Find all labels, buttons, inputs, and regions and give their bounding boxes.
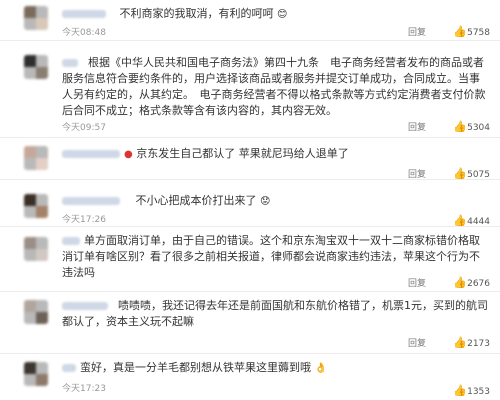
timestamp: 今天17:23 bbox=[62, 384, 106, 394]
comment-item: 不利商家的我取消，有利的呵呵 😊 今天08:48 回复 👍5758 bbox=[0, 0, 500, 41]
worried-emoji-icon: 😟 bbox=[260, 196, 271, 207]
like-count: 5075 bbox=[467, 170, 490, 180]
comment-text: 蛮好，真是一分羊毛都别想从铁苹果这里薅到哦 bbox=[80, 361, 311, 374]
like-button[interactable]: 👍2676 bbox=[453, 276, 490, 289]
smile-emoji-icon: 😊 bbox=[277, 9, 288, 20]
reply-button[interactable]: 回复 bbox=[408, 25, 426, 38]
like-button[interactable]: 👍4444 bbox=[453, 214, 490, 227]
comment-item: 根据《中华人民共和国电子商务法》第四十九条 电子商务经营者发布的商品或者服务信息… bbox=[0, 41, 500, 138]
like-button[interactable]: 👍5758 bbox=[453, 25, 490, 38]
comment-text: 不小心把成本价打出来了 bbox=[135, 194, 257, 207]
like-button[interactable]: 👍1353 bbox=[453, 384, 490, 397]
thumbs-up-icon: 👍 bbox=[453, 25, 467, 38]
reply-button[interactable]: 回复 bbox=[408, 120, 426, 133]
like-count: 1353 bbox=[467, 387, 490, 397]
comment-text: 京东发生自己都认了 苹果就尼玛给人退单了 bbox=[136, 147, 349, 160]
badge-icon: ● bbox=[124, 149, 133, 160]
username-blurred[interactable] bbox=[62, 150, 120, 158]
comment-item: 不小心把成本价打出来了 😟 今天17:26 👍4444 bbox=[0, 180, 500, 227]
username-blurred[interactable] bbox=[62, 237, 80, 245]
thumbs-up-icon: 👍 bbox=[453, 167, 467, 180]
avatar[interactable] bbox=[24, 300, 48, 324]
comment-text: 根据《中华人民共和国电子商务法》第四十九条 电子商务经营者发布的商品或者服务信息… bbox=[62, 56, 486, 117]
like-button[interactable]: 👍2173 bbox=[453, 336, 490, 349]
thumbs-up-icon: 👍 bbox=[453, 276, 467, 289]
avatar[interactable] bbox=[24, 362, 48, 386]
like-count: 2676 bbox=[467, 279, 490, 289]
ok-hand-emoji-icon: 👌 bbox=[314, 363, 327, 374]
comment-item: 啧啧啧，我还记得去年还是前面国航和东航价格错了，机票1元，买到的航司都认了，资本… bbox=[0, 292, 500, 354]
comment-text: 不利商家的我取消，有利的呵呵 bbox=[119, 7, 274, 20]
timestamp: 今天17:26 bbox=[62, 215, 106, 225]
thumbs-up-icon: 👍 bbox=[453, 384, 467, 397]
comment-feed: 不利商家的我取消，有利的呵呵 😊 今天08:48 回复 👍5758 根据《中华人… bbox=[0, 0, 500, 400]
comment-item: 单方面取消订单，由于自己的错误。这个和京东淘宝双十一双十二商家标错价格取消订单有… bbox=[0, 227, 500, 292]
comment-text-line: 不利商家的我取消，有利的呵呵 😊 bbox=[62, 6, 490, 23]
comment-item: ● 京东发生自己都认了 苹果就尼玛给人退单了 回复 👍5075 bbox=[0, 138, 500, 180]
avatar[interactable] bbox=[24, 237, 48, 261]
comment-text-block: 啧啧啧，我还记得去年还是前面国航和东航价格错了，机票1元，买到的航司都认了，资本… bbox=[62, 298, 490, 330]
thumbs-up-icon: 👍 bbox=[453, 214, 467, 227]
reply-button[interactable]: 回复 bbox=[408, 276, 426, 289]
comment-text-line: 不小心把成本价打出来了 😟 bbox=[62, 193, 490, 210]
thumbs-up-icon: 👍 bbox=[453, 120, 467, 133]
comment-text-line: 蛮好，真是一分羊毛都别想从铁苹果这里薅到哦 👌 bbox=[62, 360, 490, 377]
comment-item: 蛮好，真是一分羊毛都别想从铁苹果这里薅到哦 👌 今天17:23 👍1353 bbox=[0, 354, 500, 400]
reply-button[interactable]: 回复 bbox=[408, 167, 426, 180]
like-count: 4444 bbox=[467, 217, 490, 227]
avatar[interactable] bbox=[24, 146, 48, 170]
avatar[interactable] bbox=[24, 6, 48, 30]
username-blurred[interactable] bbox=[62, 197, 120, 205]
comment-text-line: ● 京东发生自己都认了 苹果就尼玛给人退单了 bbox=[62, 146, 490, 163]
avatar[interactable] bbox=[24, 194, 48, 218]
reply-button[interactable]: 回复 bbox=[408, 336, 426, 349]
username-blurred[interactable] bbox=[62, 59, 78, 67]
timestamp: 今天09:57 bbox=[62, 123, 106, 133]
like-button[interactable]: 👍5304 bbox=[453, 120, 490, 133]
avatar[interactable] bbox=[24, 55, 48, 79]
comment-text: 啧啧啧，我还记得去年还是前面国航和东航价格错了，机票1元，买到的航司都认了，资本… bbox=[62, 299, 488, 328]
like-count: 2173 bbox=[467, 339, 490, 349]
username-blurred[interactable] bbox=[62, 302, 108, 310]
username-blurred[interactable] bbox=[62, 10, 106, 18]
thumbs-up-icon: 👍 bbox=[453, 336, 467, 349]
comment-text-block: 单方面取消订单，由于自己的错误。这个和京东淘宝双十一双十二商家标错价格取消订单有… bbox=[62, 233, 490, 281]
like-count: 5758 bbox=[467, 28, 490, 38]
like-button[interactable]: 👍5075 bbox=[453, 167, 490, 180]
like-count: 5304 bbox=[467, 123, 490, 133]
comment-text-block: 根据《中华人民共和国电子商务法》第四十九条 电子商务经营者发布的商品或者服务信息… bbox=[62, 55, 490, 119]
username-blurred[interactable] bbox=[62, 364, 76, 372]
comment-text: 单方面取消订单，由于自己的错误。这个和京东淘宝双十一双十二商家标错价格取消订单有… bbox=[62, 234, 480, 279]
timestamp: 今天08:48 bbox=[62, 28, 106, 38]
